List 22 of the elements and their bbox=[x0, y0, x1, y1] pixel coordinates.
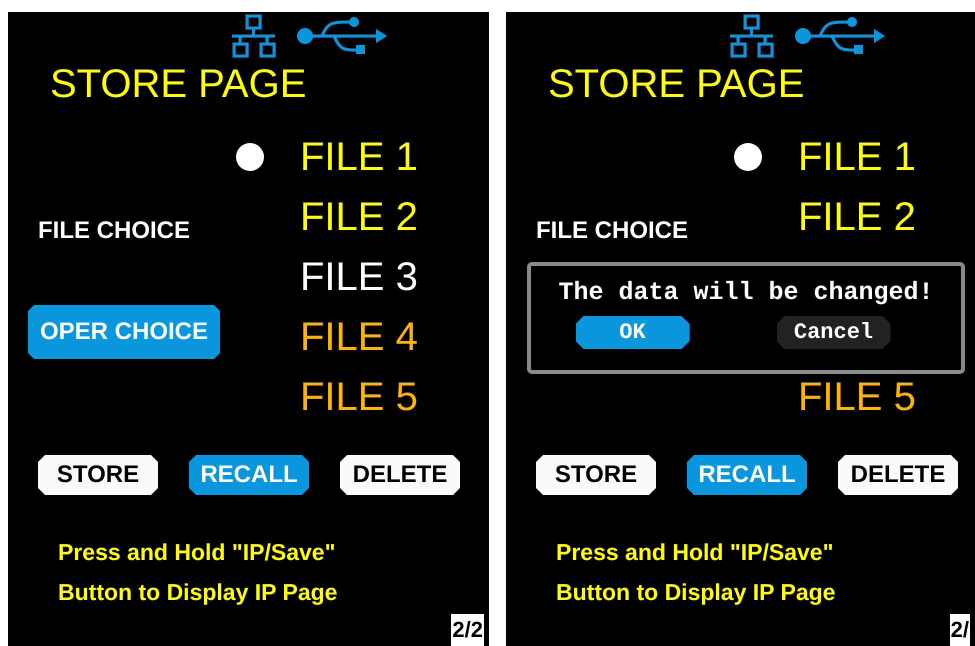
action-button[interactable]: DELETE bbox=[340, 455, 460, 495]
dialog-message: The data will be changed! bbox=[558, 278, 934, 308]
menu-option[interactable]: FILE CHOICE bbox=[28, 209, 200, 253]
file-item[interactable]: FILE 1 bbox=[798, 133, 916, 181]
page-title: STORE PAGE bbox=[547, 61, 806, 108]
hint-text: Press and Hold "IP/Save" Button to Display IP Page bbox=[556, 538, 836, 607]
action-button[interactable]: DELETE bbox=[838, 455, 958, 495]
file-item[interactable]: FILE 5 bbox=[798, 373, 916, 421]
file-item[interactable]: FILE 3 bbox=[300, 253, 418, 301]
page-indicator: 2/ bbox=[950, 614, 970, 646]
action-button[interactable]: STORE bbox=[536, 455, 656, 495]
file-item[interactable]: FILE 2 bbox=[300, 193, 418, 241]
file-item[interactable]: FILE 4 bbox=[300, 313, 418, 361]
file-item[interactable]: FILE 1 bbox=[300, 133, 418, 181]
menu-option[interactable]: FILE CHOICE bbox=[526, 209, 698, 253]
action-button[interactable]: STORE bbox=[38, 455, 158, 495]
page-indicator: 2/2 bbox=[451, 614, 484, 646]
dialog-button[interactable]: Cancel bbox=[776, 316, 890, 349]
page-title: STORE PAGE bbox=[49, 61, 308, 108]
file-item[interactable]: FILE 5 bbox=[300, 373, 418, 421]
file-item[interactable]: FILE 2 bbox=[798, 193, 916, 241]
hint-text: Press and Hold "IP/Save" Button to Display IP Page bbox=[58, 538, 338, 607]
